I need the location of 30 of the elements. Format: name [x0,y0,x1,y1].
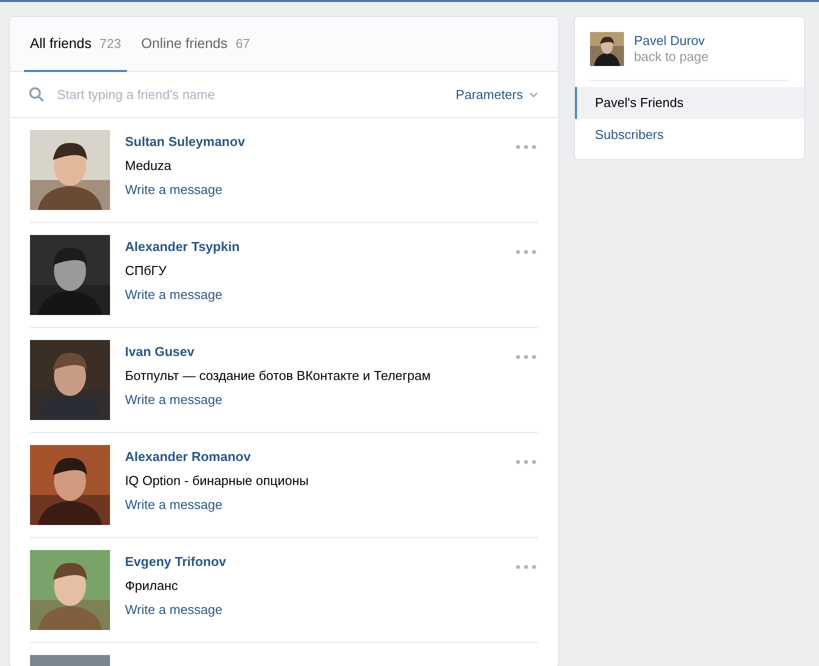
friend-info: Фриланс [125,578,179,594]
menu-item[interactable]: Pavel's Friends [575,87,804,119]
friend-info: Ботпульт — создание ботов ВКонтакте и Телеграм [125,368,431,384]
more-options-icon[interactable] [516,145,536,149]
message-link[interactable]: Write a message [125,287,222,303]
chevron-down-icon [529,92,538,98]
friend-name[interactable]: Alexander Romanov [125,449,309,465]
parameters-dropdown[interactable]: Parameters [456,84,538,104]
friend-info: СПбГУ [125,263,168,279]
avatar [590,32,624,66]
menu-item[interactable]: Subscribers [575,119,804,151]
more-options-icon[interactable] [516,460,536,464]
search-icon [29,87,44,102]
message-link[interactable]: Write a message [125,497,222,513]
search-field[interactable]: Start typing a friend's name [57,84,456,104]
message-link[interactable]: Write a message [125,392,222,408]
more-options-icon[interactable] [516,355,536,359]
profile-name[interactable]: Pavel Durov [634,33,708,49]
friend-info: IQ Option - бинарные опционы [125,473,309,489]
message-link[interactable]: Write a message [125,182,222,198]
friend-name[interactable]: Ivan Gusev [125,344,431,360]
more-options-icon[interactable] [516,250,536,254]
friend-name[interactable]: Sultan Suleymanov [125,134,245,150]
tab[interactable]: Online friends 67 [135,17,256,72]
more-options-icon[interactable] [516,565,536,569]
friend-info: Meduza [125,158,172,174]
message-link[interactable]: Write a message [125,602,222,618]
tab[interactable]: All friends 723 [24,17,128,72]
friend-name[interactable]: Evgeny Trifonov [125,554,226,570]
friend-name[interactable]: Alexander Tsypkin [125,239,240,255]
